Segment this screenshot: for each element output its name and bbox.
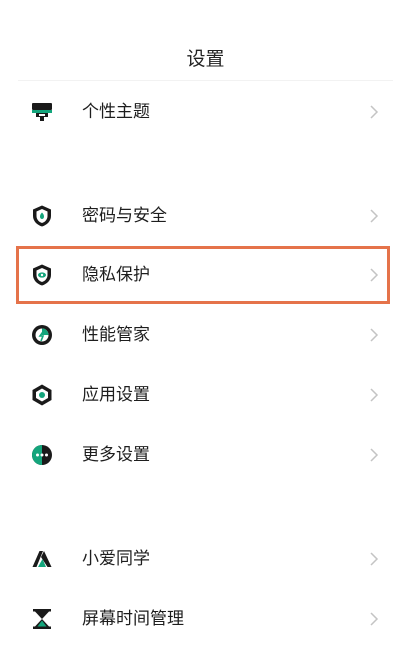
settings-item-password-security[interactable]: 密码与安全 — [0, 190, 411, 242]
settings-item-xiaoai[interactable]: 小爱同学 — [0, 533, 411, 585]
chevron-right-icon — [366, 104, 382, 120]
chevron-right-icon — [366, 611, 382, 627]
settings-item-label: 个性主题 — [82, 102, 150, 122]
settings-item-label: 小爱同学 — [82, 549, 150, 569]
privacy-shield-icon — [30, 263, 54, 287]
settings-item-label: 屏幕时间管理 — [82, 609, 184, 629]
settings-item-performance[interactable]: 性能管家 — [0, 309, 411, 361]
settings-item-screen-time[interactable]: 屏幕时间管理 — [0, 593, 411, 645]
chevron-right-icon — [366, 447, 382, 463]
chevron-right-icon — [366, 551, 382, 567]
settings-item-label: 密码与安全 — [82, 206, 167, 226]
settings-item-label: 性能管家 — [82, 325, 150, 345]
app-settings-icon — [30, 383, 54, 407]
xiaoai-icon — [30, 547, 54, 571]
more-settings-icon — [30, 443, 54, 467]
chevron-right-icon — [366, 327, 382, 343]
settings-item-label: 更多设置 — [82, 445, 150, 465]
lock-shield-icon — [30, 204, 54, 228]
page-title: 设置 — [186, 48, 225, 70]
performance-icon — [30, 323, 54, 347]
theme-icon — [30, 100, 54, 124]
chevron-right-icon — [366, 387, 382, 403]
settings-item-label: 隐私保护 — [82, 265, 150, 285]
hourglass-icon — [30, 607, 54, 631]
chevron-right-icon — [366, 208, 382, 224]
settings-item-more-settings[interactable]: 更多设置 — [0, 429, 411, 481]
settings-item-theme[interactable]: 个性主题 — [0, 86, 411, 138]
settings-item-label: 应用设置 — [82, 385, 150, 405]
settings-item-app-settings[interactable]: 应用设置 — [0, 369, 411, 421]
chevron-right-icon — [366, 267, 382, 283]
header-divider — [18, 80, 393, 81]
settings-item-privacy[interactable]: 隐私保护 — [0, 249, 411, 301]
